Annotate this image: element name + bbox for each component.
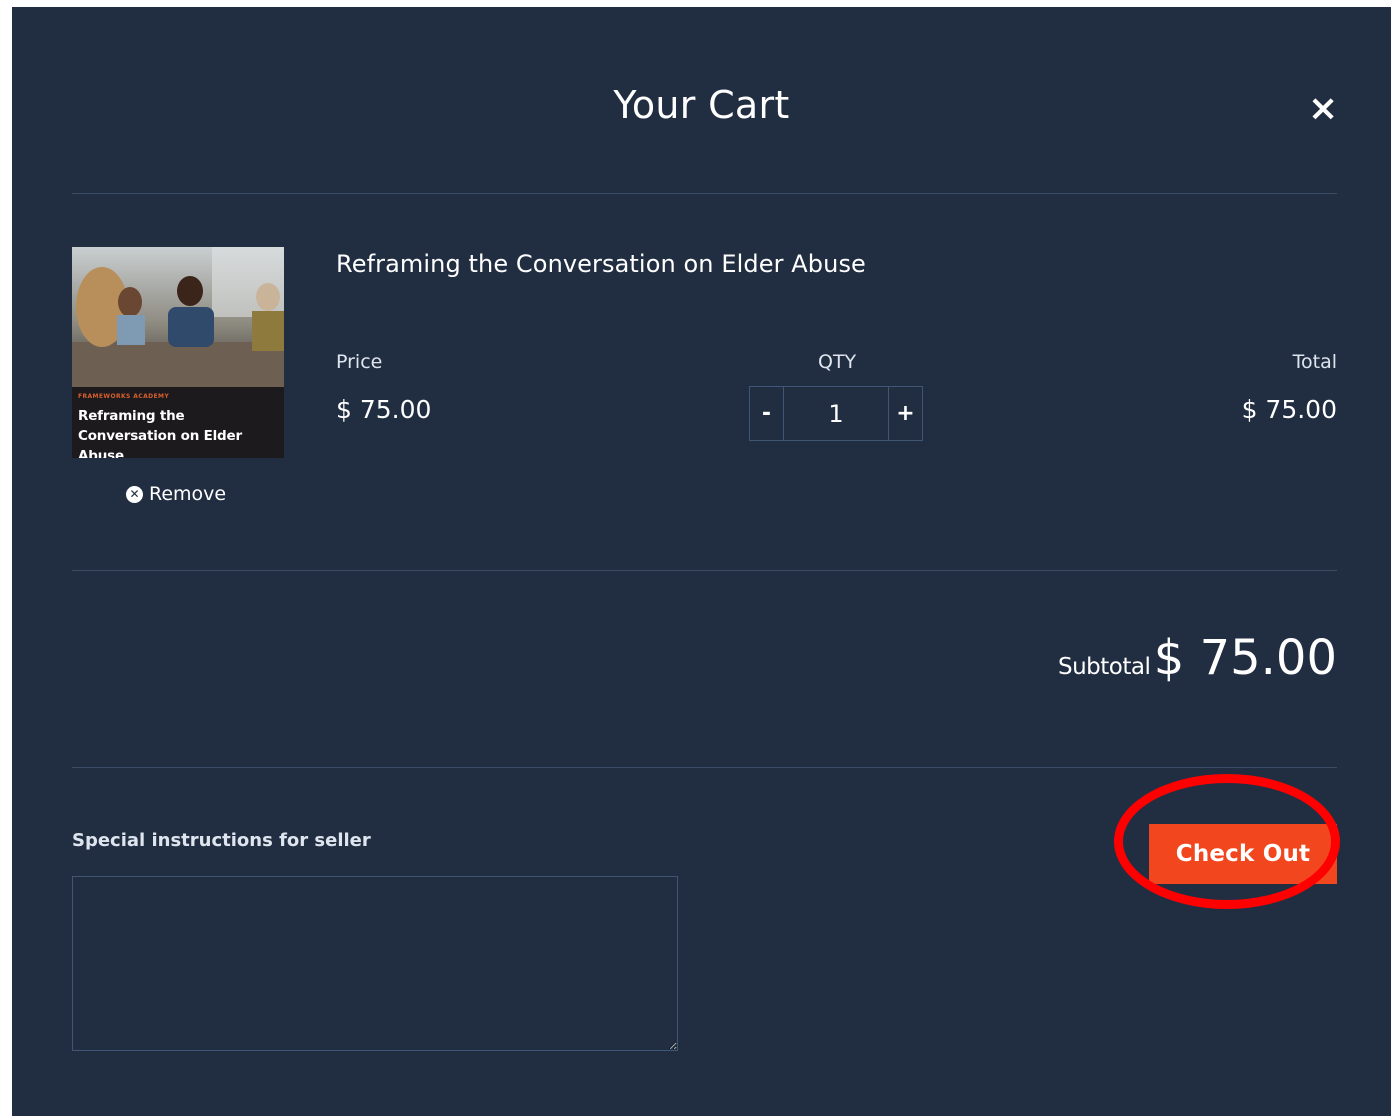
total-label: Total bbox=[1292, 351, 1337, 373]
instructions-textarea[interactable] bbox=[72, 876, 678, 1051]
instructions-label: Special instructions for seller bbox=[72, 830, 371, 851]
divider-top bbox=[72, 193, 1337, 194]
product-thumbnail: FRAMEWORKS ACADEMY Reframing the Convers… bbox=[72, 247, 284, 458]
total-value: $ 75.00 bbox=[1241, 395, 1337, 424]
subtotal-label: Subtotal bbox=[1058, 654, 1151, 680]
thumbnail-brand: FRAMEWORKS ACADEMY bbox=[78, 393, 170, 400]
price-value: $ 75.00 bbox=[336, 395, 432, 424]
subtotal-value: $ 75.00 bbox=[1153, 630, 1337, 686]
remove-button[interactable]: ✕ Remove bbox=[126, 483, 226, 505]
remove-label: Remove bbox=[149, 483, 227, 505]
decrement-button[interactable]: - bbox=[750, 387, 783, 440]
divider-middle bbox=[72, 570, 1337, 571]
remove-circle-x-icon: ✕ bbox=[126, 485, 143, 503]
quantity-stepper: - 1 + bbox=[749, 386, 923, 441]
quantity-input[interactable]: 1 bbox=[783, 387, 889, 440]
qty-label: QTY bbox=[818, 351, 857, 373]
product-title[interactable]: Reframing the Conversation on Elder Abus… bbox=[336, 250, 866, 278]
thumbnail-caption: Reframing the Conversation on Elder Abus… bbox=[78, 408, 242, 458]
increment-button[interactable]: + bbox=[889, 387, 922, 440]
price-label: Price bbox=[336, 351, 383, 373]
divider-bottom bbox=[72, 767, 1337, 768]
cart-modal: Your Cart × FRAMEWORKS ACADEMY Reframing… bbox=[12, 7, 1391, 1116]
checkout-button[interactable]: Check Out bbox=[1149, 824, 1337, 884]
cart-title: Your Cart bbox=[613, 83, 790, 127]
close-icon[interactable]: × bbox=[1308, 91, 1338, 127]
